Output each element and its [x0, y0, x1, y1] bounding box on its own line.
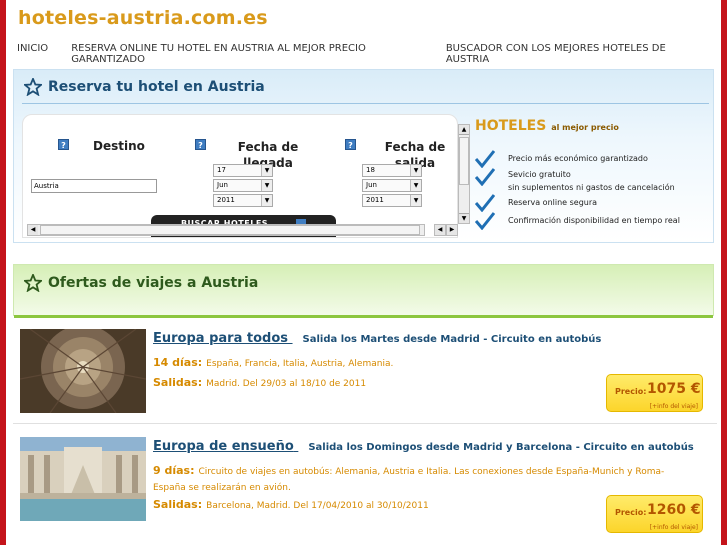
offer-image-dome[interactable]: [20, 329, 146, 413]
feature-item: Sevicio gratuito sin suplementos ni gast…: [475, 168, 675, 194]
price-badge[interactable]: Precio: 1260 € [+info del viaje]: [606, 495, 703, 533]
panel-divider: [22, 103, 709, 104]
horizontal-scrollbar[interactable]: ◀: [27, 224, 425, 236]
destino-label: Destino: [93, 139, 145, 153]
hoteles-heading: HOTELES al mejor precio: [475, 118, 619, 134]
help-icon[interactable]: ?: [58, 139, 69, 150]
dropdown-arrow-icon: ▼: [410, 195, 421, 206]
salida-year-select[interactable]: 2011 ▼: [362, 194, 422, 207]
price-badge[interactable]: Precio: 1075 € [+info del viaje]: [606, 374, 703, 412]
dropdown-arrow-icon: ▼: [261, 195, 272, 206]
booking-panel: Reserva tu hotel en Austria ? Destino ? …: [13, 69, 714, 243]
scroll-down-icon[interactable]: ▼: [459, 213, 469, 223]
salida-month-select[interactable]: Jun ▼: [362, 179, 422, 192]
scroll-up-icon[interactable]: ▲: [459, 125, 469, 135]
scroll-thumb[interactable]: [459, 137, 469, 185]
scroll-right-icon[interactable]: ▶: [446, 224, 458, 236]
destino-input[interactable]: Austria: [31, 179, 157, 193]
hoteles-subtitle: al mejor precio: [551, 123, 619, 132]
offers-panel: Ofertas de viajes a Austria: [13, 264, 714, 318]
feature-item: Confirmación disponibilidad en tiempo re…: [475, 212, 680, 230]
more-info-link[interactable]: [+info del viaje]: [650, 524, 698, 531]
scroll-left-icon[interactable]: ◀: [434, 224, 446, 236]
offers-panel-title: Ofertas de viajes a Austria: [24, 274, 258, 292]
booking-panel-title: Reserva tu hotel en Austria: [24, 78, 265, 96]
feature-item: Reserva online segura: [475, 194, 597, 212]
help-icon[interactable]: ?: [345, 139, 356, 150]
more-info-link[interactable]: [+info del viaje]: [650, 403, 698, 410]
booking-form: ? Destino ? Fecha de llegada ? Fecha de …: [22, 114, 458, 238]
main-nav: INICIO RESERVA ONLINE TU HOTEL EN AUSTRI…: [17, 43, 721, 65]
offers-title-text: Ofertas de viajes a Austria: [48, 275, 259, 291]
offer-image-fountain[interactable]: [20, 437, 146, 521]
dropdown-arrow-icon: ▼: [410, 165, 421, 176]
feature-item: Precio más económico garantizado: [475, 150, 648, 168]
offer-divider: [13, 423, 717, 424]
offer-title-link[interactable]: Europa de ensueño Salida los Domingos de…: [153, 439, 694, 454]
offer-days: 9 días: Circuito de viajes en autobús: Al…: [153, 464, 665, 493]
checkmark-icon: [475, 194, 495, 212]
help-icon[interactable]: ?: [195, 139, 206, 150]
scroll-thumb[interactable]: [40, 225, 420, 235]
offer-subtitle: Salida los Domingos desde Madrid y Barce…: [308, 442, 694, 453]
offer-days: 14 días: España, Francia, Italia, Austria…: [153, 356, 394, 369]
salida-day-select[interactable]: 18 ▼: [362, 164, 422, 177]
offer-title-link[interactable]: Europa para todos Salida los Martes desd…: [153, 331, 601, 346]
nav-item-reserva[interactable]: RESERVA ONLINE TU HOTEL EN AUSTRIA AL ME…: [71, 43, 423, 65]
scroll-left-icon[interactable]: ◀: [28, 225, 38, 235]
nav-item-inicio[interactable]: INICIO: [17, 43, 48, 65]
right-red-border: [721, 0, 727, 545]
star-icon: [24, 274, 42, 292]
checkmark-icon: [475, 150, 495, 168]
checkmark-icon: [475, 168, 495, 186]
offer-subtitle: Salida los Martes desde Madrid - Circuit…: [302, 334, 602, 345]
star-icon: [24, 78, 42, 96]
llegada-year-select[interactable]: 2011 ▼: [213, 194, 273, 207]
checkmark-icon: [475, 212, 495, 230]
scroll-buttons: ◀ ▶: [434, 224, 458, 236]
site-title[interactable]: hoteles-austria.com.es: [18, 7, 268, 29]
dropdown-arrow-icon: ▼: [261, 165, 272, 176]
llegada-month-select[interactable]: Jun ▼: [213, 179, 273, 192]
green-divider: [14, 315, 713, 318]
page: hoteles-austria.com.es INICIO RESERVA ON…: [6, 0, 721, 545]
booking-title-text: Reserva tu hotel en Austria: [48, 79, 265, 95]
vertical-scrollbar[interactable]: ▲ ▼: [458, 124, 470, 224]
nav-item-buscador[interactable]: BUSCADOR CON LOS MEJORES HOTELES DE AUST…: [446, 43, 698, 65]
dropdown-arrow-icon: ▼: [410, 180, 421, 191]
llegada-day-select[interactable]: 17 ▼: [213, 164, 273, 177]
dropdown-arrow-icon: ▼: [261, 180, 272, 191]
